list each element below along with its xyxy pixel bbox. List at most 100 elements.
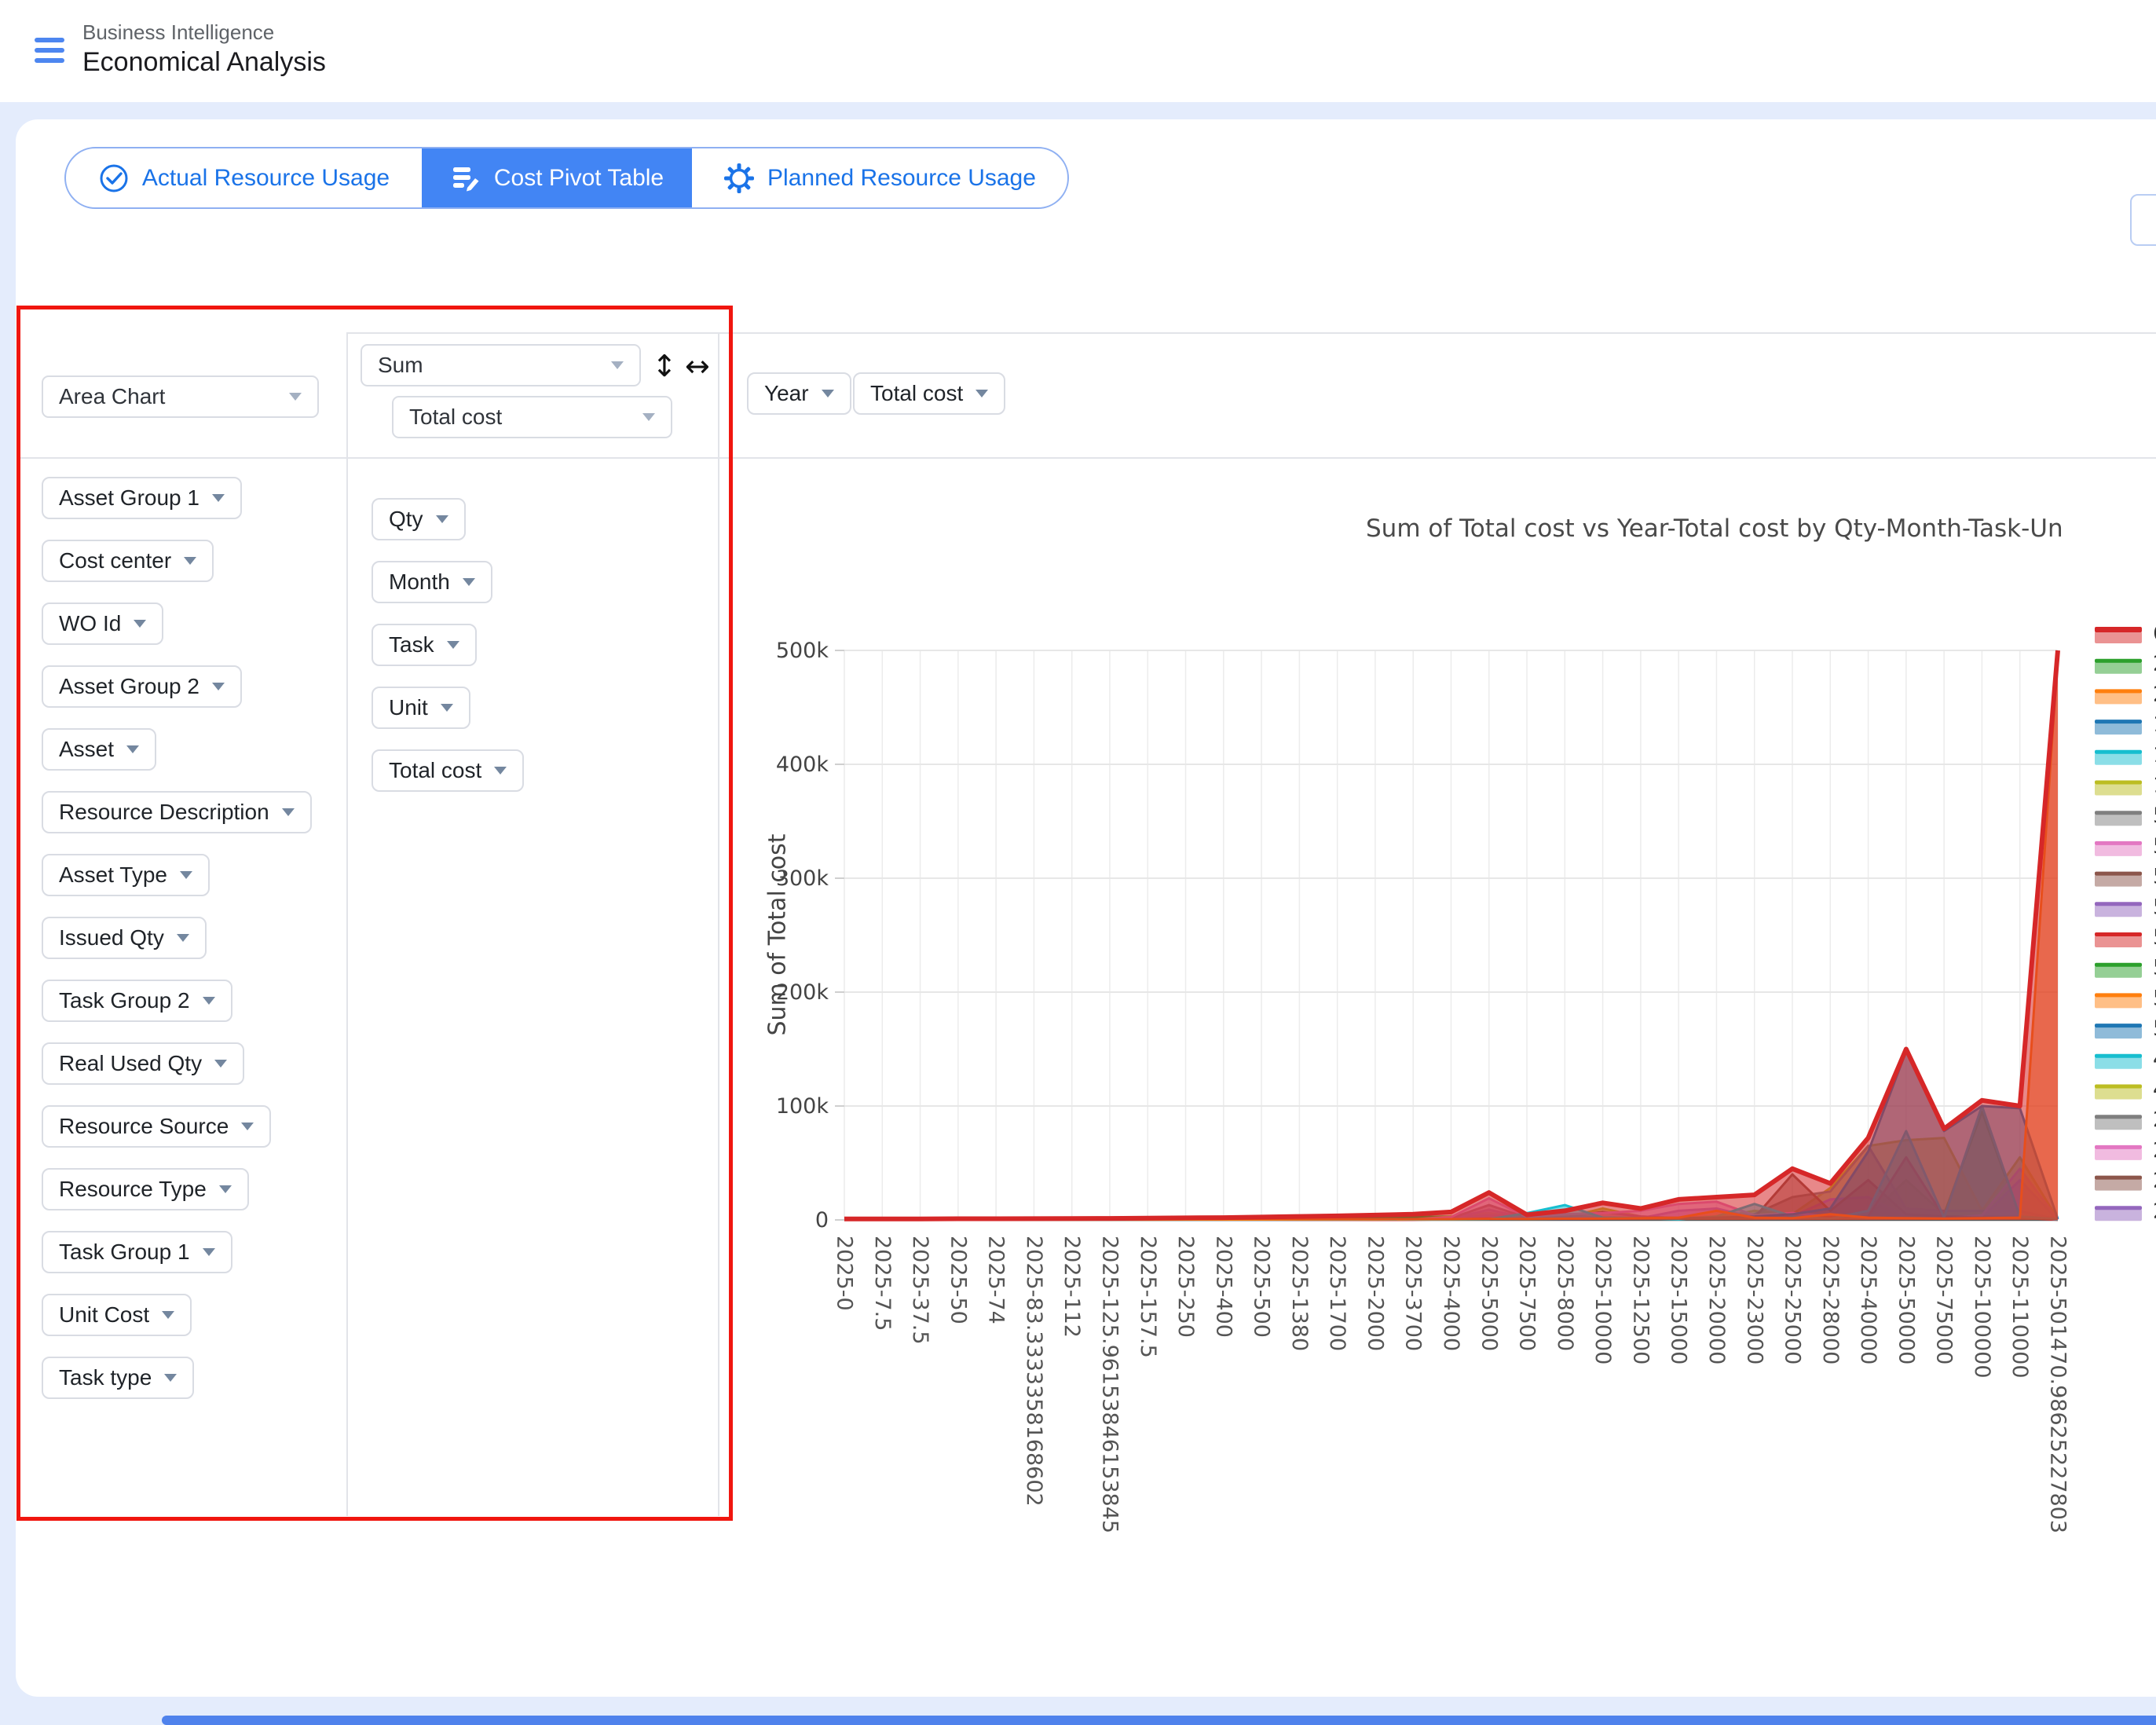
- chevron-down-icon: [494, 767, 507, 775]
- available-field-chip[interactable]: Asset Type: [42, 854, 210, 896]
- available-field-chip[interactable]: Resource Source: [42, 1105, 271, 1148]
- swap-vertical-icon[interactable]: ↕: [652, 349, 677, 383]
- legend-label: 5: [2153, 925, 2156, 950]
- pivot-grid-border-top: [346, 332, 2156, 334]
- legend-label: 5: [2153, 956, 2156, 980]
- legend-item[interactable]: 4: [2095, 1078, 2156, 1102]
- legend-line-swatch: [2095, 963, 2142, 967]
- chip-label: Asset Group 2: [59, 674, 199, 699]
- legend-item[interactable]: 1: [2095, 712, 2156, 737]
- chevron-down-icon: [822, 390, 834, 397]
- x-tick-label: 2025-4000: [1439, 1236, 1463, 1351]
- legend-line-swatch: [2095, 1176, 2142, 1180]
- chevron-down-icon: [241, 1123, 254, 1130]
- available-field-chip[interactable]: Issued Qty: [42, 917, 207, 959]
- available-field-chip[interactable]: Cost center: [42, 540, 214, 582]
- tab-planned-resource-usage[interactable]: Planned Resource Usage: [692, 148, 1067, 207]
- x-tick-label: 2025-10000: [1590, 1236, 1615, 1364]
- legend-item[interactable]: 2: [2095, 682, 2156, 706]
- legend-item[interactable]: 2: [2095, 1108, 2156, 1132]
- legend-fill-swatch: [2095, 936, 2142, 947]
- legend-item[interactable]: 2: [2095, 1138, 2156, 1163]
- header-action-box[interactable]: [2130, 194, 2156, 246]
- row-field-chip[interactable]: Qty: [372, 498, 466, 540]
- tab-cost-pivot-table[interactable]: Cost Pivot Table: [422, 148, 692, 207]
- legend-item[interactable]: 5: [2095, 925, 2156, 950]
- legend-item[interactable]: 5: [2095, 956, 2156, 980]
- x-tick-label: 2025-75000: [1932, 1236, 1957, 1364]
- gear-icon: [723, 163, 755, 194]
- chip-label: Asset Type: [59, 862, 167, 888]
- legend-fill-swatch: [2095, 1179, 2142, 1191]
- legend-fill-swatch: [2095, 1118, 2142, 1130]
- legend-item[interactable]: 2: [2095, 1199, 2156, 1223]
- x-tick-label: 2025-25000: [1781, 1236, 1805, 1364]
- available-field-chip[interactable]: Unit Cost: [42, 1294, 192, 1336]
- x-tick-label: 2025-1380: [1287, 1236, 1312, 1351]
- legend-item[interactable]: 2: [2095, 652, 2156, 676]
- available-field-chip[interactable]: WO Id: [42, 602, 163, 645]
- available-field-chip[interactable]: Resource Description: [42, 791, 312, 833]
- y-tick-label: 400k: [776, 753, 829, 777]
- legend-item[interactable]: 5: [2095, 804, 2156, 828]
- available-field-chip[interactable]: Asset Group 2: [42, 665, 242, 708]
- y-tick-label: 300k: [776, 866, 829, 891]
- row-field-chip[interactable]: Total cost: [372, 749, 524, 792]
- available-field-chip[interactable]: Task Group 2: [42, 980, 232, 1022]
- legend-item[interactable]: 5: [2095, 865, 2156, 889]
- legend-item[interactable]: 1: [2095, 774, 2156, 798]
- x-tick-label: 2025-23000: [1742, 1236, 1766, 1364]
- chip-label: Task type: [59, 1365, 152, 1390]
- chevron-down-icon: [180, 871, 192, 879]
- chevron-down-icon: [126, 745, 139, 753]
- legend-item[interactable]: 1: [2095, 743, 2156, 767]
- chevron-down-icon: [436, 515, 448, 523]
- legend-item[interactable]: 4: [2095, 1047, 2156, 1071]
- x-tick-label: 2025-0: [833, 1236, 857, 1311]
- legend-item[interactable]: 5: [2095, 1016, 2156, 1041]
- available-field-chip[interactable]: Asset: [42, 728, 156, 771]
- app-subtitle: Business Intelligence: [82, 20, 274, 45]
- available-field-chip[interactable]: Asset Group 1: [42, 477, 242, 519]
- aggregator-select[interactable]: Sum: [361, 344, 641, 386]
- legend-item[interactable]: 2: [2095, 1169, 2156, 1193]
- legend-line-swatch: [2095, 993, 2142, 997]
- chip-label: Total cost: [389, 758, 481, 783]
- available-field-chip[interactable]: Task Group 1: [42, 1231, 232, 1273]
- column-field-chip-total-cost[interactable]: Total cost: [853, 372, 1005, 415]
- legend-item[interactable]: 5: [2095, 895, 2156, 919]
- legend-fill-swatch: [2095, 784, 2142, 796]
- legend-item[interactable]: 5: [2095, 986, 2156, 1010]
- row-field-chip[interactable]: Unit: [372, 687, 470, 729]
- tab-actual-resource-usage[interactable]: Actual Resource Usage: [66, 148, 422, 207]
- aggregator-value: Sum: [378, 353, 423, 378]
- check-circle-icon: [98, 163, 130, 194]
- chart-type-select[interactable]: Area Chart: [42, 375, 319, 418]
- chip-label: Resource Source: [59, 1114, 229, 1139]
- legend-label: 5: [2153, 986, 2156, 1010]
- legend-fill-swatch: [2095, 632, 2142, 643]
- legend-line-swatch: [2095, 872, 2142, 876]
- legend-fill-swatch: [2095, 875, 2142, 887]
- x-tick-label: 2025-7500: [1515, 1236, 1539, 1351]
- row-field-chip[interactable]: Task: [372, 624, 477, 666]
- legend-label: 4: [2153, 1047, 2156, 1071]
- area-chart[interactable]: 0100k200k300k400k500k2025-02025-7.52025-…: [738, 463, 2156, 1725]
- row-field-chip[interactable]: Month: [372, 561, 492, 603]
- chip-label: Task: [389, 632, 434, 657]
- swap-horizontal-icon[interactable]: ↔: [685, 349, 710, 383]
- page: { "header": { "app_title": "Business Int…: [0, 0, 2156, 1725]
- legend-item[interactable]: 6: [2095, 621, 2156, 646]
- menu-icon[interactable]: [35, 38, 64, 64]
- column-field-chip-year[interactable]: Year: [747, 372, 851, 415]
- available-field-chip[interactable]: Resource Type: [42, 1168, 249, 1210]
- chevron-down-icon: [976, 390, 988, 397]
- available-field-chip[interactable]: Real Used Qty: [42, 1042, 244, 1085]
- legend-item[interactable]: 5: [2095, 834, 2156, 859]
- available-field-chip[interactable]: Task type: [42, 1357, 194, 1399]
- legend-fill-swatch: [2095, 1088, 2142, 1100]
- aggregator-field-select[interactable]: Total cost: [392, 396, 672, 438]
- chevron-down-icon: [212, 683, 225, 690]
- pivot-grid-border-vertical-1: [346, 332, 348, 1516]
- chevron-down-icon: [463, 578, 475, 586]
